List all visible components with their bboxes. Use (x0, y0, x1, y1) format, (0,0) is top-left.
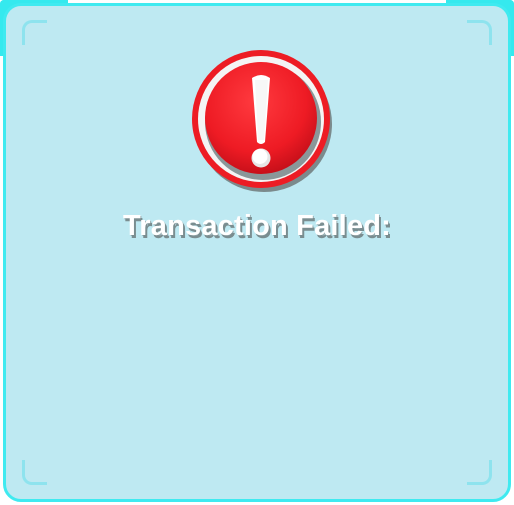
transaction-failed-dialog: Transaction Failed: (0, 0, 514, 505)
inner-bracket-top-right (467, 20, 492, 45)
inner-bracket-bottom-left (22, 460, 47, 485)
exclamation-alert-icon (192, 50, 332, 192)
inner-bracket-bottom-right (467, 460, 492, 485)
inner-bracket-top-left (22, 20, 47, 45)
dialog-title: Transaction Failed: (122, 210, 392, 242)
